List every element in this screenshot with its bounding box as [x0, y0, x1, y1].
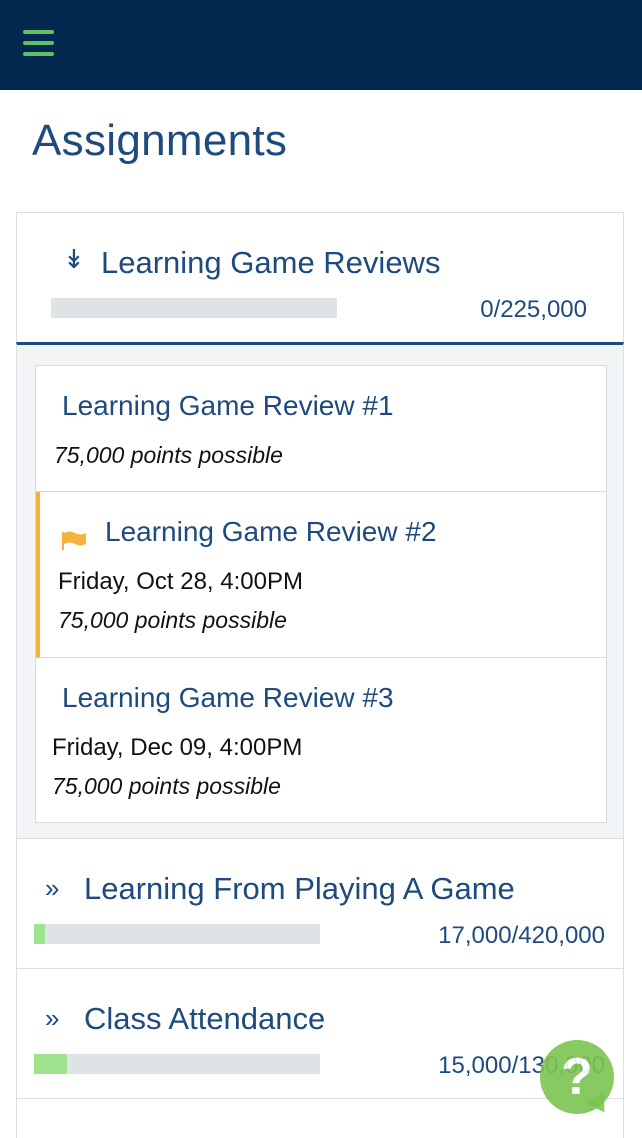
progress-fill [34, 1054, 67, 1074]
assignment-item[interactable]: Learning Game Review #2 Friday, Oct 28, … [36, 492, 606, 658]
chevron-double-right-icon[interactable]: » [45, 875, 59, 901]
assignment-points: 75,000 points possible [58, 607, 287, 633]
category-title[interactable]: Learning Game Reviews [101, 245, 440, 281]
assignment-item[interactable]: Learning Game Review #3 Friday, Dec 09, … [36, 658, 606, 822]
progress-fill [34, 924, 46, 944]
assignment-item[interactable]: Learning Game Review #1 75,000 points po… [36, 366, 606, 492]
category-next-partial[interactable] [16, 1098, 624, 1138]
chevron-double-down-icon[interactable]: ↡ [63, 246, 85, 272]
top-navbar [0, 0, 642, 90]
category-learning-from-playing-a-game[interactable]: » Learning From Playing A Game 17,000/42… [16, 838, 624, 969]
flag-icon [62, 531, 86, 550]
category-title[interactable]: Learning From Playing A Game [84, 871, 515, 907]
category-assignments-list: Learning Game Review #1 75,000 points po… [16, 342, 624, 838]
assignment-title[interactable]: Learning Game Review #2 [105, 516, 437, 548]
category-class-attendance[interactable]: » Class Attendance 15,000/130,000 [16, 968, 624, 1099]
assignment-due-date: Friday, Dec 09, 4:00PM [52, 734, 303, 761]
progress-bar [51, 298, 337, 318]
hamburger-icon[interactable] [23, 30, 54, 57]
assignment-title[interactable]: Learning Game Review #3 [62, 682, 394, 714]
category-title[interactable]: Class Attendance [84, 1001, 325, 1037]
assignment-points: 75,000 points possible [54, 442, 283, 468]
progress-bar [34, 924, 320, 944]
category-learning-game-reviews[interactable]: ↡ Learning Game Reviews 0/225,000 [16, 212, 624, 344]
category-score: 17,000/420,000 [438, 922, 605, 949]
assignment-points: 75,000 points possible [52, 773, 281, 799]
progress-bar [34, 1054, 320, 1074]
page-title: Assignments [32, 116, 288, 165]
assignment-title[interactable]: Learning Game Review #1 [62, 390, 394, 422]
assignment-due-date: Friday, Oct 28, 4:00PM [58, 568, 303, 595]
chevron-double-right-icon[interactable]: » [45, 1005, 59, 1031]
category-score: 0/225,000 [480, 296, 587, 323]
